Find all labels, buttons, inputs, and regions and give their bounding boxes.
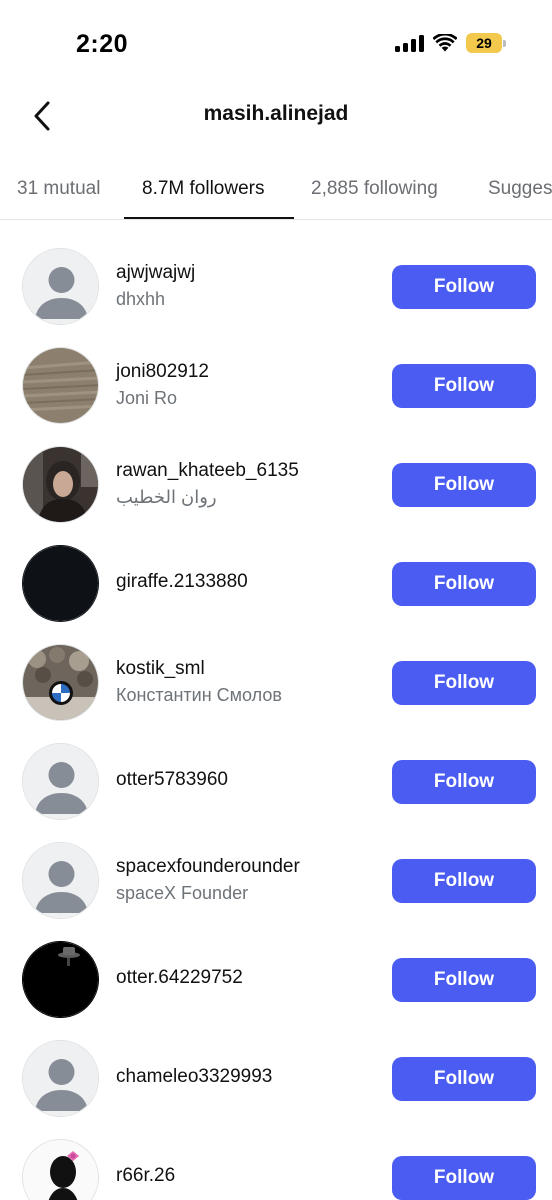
- username[interactable]: giraffe.2133880: [116, 569, 248, 595]
- username[interactable]: rawan_khateeb_6135: [116, 458, 299, 484]
- tab-mutual[interactable]: 31 mutual: [17, 178, 100, 200]
- list-item[interactable]: giraffe.2133880 Follow: [0, 517, 552, 622]
- username[interactable]: otter5783960: [116, 767, 228, 793]
- list-item[interactable]: kostik_sml Константин Смолов Follow: [0, 616, 552, 721]
- tab-followers[interactable]: 8.7M followers: [142, 178, 265, 200]
- user-names: rawan_khateeb_6135 روان الخطيب: [116, 458, 299, 510]
- list-item[interactable]: chameleo3329993 Follow: [0, 1012, 552, 1117]
- list-item[interactable]: ajwjwajwj dhxhh Follow: [0, 220, 552, 325]
- follow-button[interactable]: Follow: [392, 562, 536, 606]
- follow-button[interactable]: Follow: [392, 463, 536, 507]
- list-item[interactable]: joni802912 Joni Ro Follow: [0, 319, 552, 424]
- default-avatar-icon: [23, 744, 98, 819]
- full-name: Joni Ro: [116, 388, 178, 408]
- follow-button[interactable]: Follow: [392, 661, 536, 705]
- follow-button[interactable]: Follow: [392, 1156, 536, 1200]
- followers-list: ajwjwajwj dhxhh Follow joni802912 Joni R…: [0, 220, 552, 1200]
- full-name: روان الخطيب: [116, 487, 217, 507]
- avatar[interactable]: [22, 446, 99, 523]
- full-name: dhxhh: [116, 289, 166, 309]
- user-names: ajwjwajwj dhxhh: [116, 260, 195, 312]
- avatar[interactable]: [22, 842, 99, 919]
- follow-button[interactable]: Follow: [392, 364, 536, 408]
- user-names: kostik_sml Константин Смолов: [116, 656, 282, 708]
- username[interactable]: chameleo3329993: [116, 1064, 272, 1090]
- follow-button[interactable]: Follow: [392, 859, 536, 903]
- username[interactable]: otter.64229752: [116, 965, 243, 991]
- list-item[interactable]: r66r.26 Follow: [0, 1111, 552, 1200]
- wifi-icon: [433, 34, 457, 52]
- username[interactable]: kostik_sml: [116, 656, 282, 682]
- follow-button[interactable]: Follow: [392, 958, 536, 1002]
- default-avatar-icon: [23, 843, 98, 918]
- list-item[interactable]: rawan_khateeb_6135 روان الخطيب Follow: [0, 418, 552, 523]
- tab-bar: 31 mutual 8.7M followers 2,885 following…: [0, 162, 552, 220]
- status-icons: 29: [395, 33, 506, 53]
- full-name: spaceX Founder: [116, 883, 249, 903]
- follow-button[interactable]: Follow: [392, 760, 536, 804]
- full-name: Константин Смолов: [116, 685, 282, 705]
- follow-button[interactable]: Follow: [392, 265, 536, 309]
- battery-icon: 29: [466, 33, 506, 53]
- user-names: chameleo3329993: [116, 1064, 272, 1090]
- user-names: otter5783960: [116, 767, 228, 793]
- car-logo-photo: [23, 645, 98, 720]
- default-avatar-icon: [23, 249, 98, 324]
- profile-header: masih.alinejad: [0, 88, 552, 144]
- user-names: spacexfounderounder spaceX Founder: [116, 854, 300, 906]
- status-bar: 2:20 29: [0, 0, 552, 88]
- user-names: giraffe.2133880: [116, 569, 248, 595]
- avatar[interactable]: [22, 1139, 99, 1200]
- black-hat-photo: [23, 942, 98, 1017]
- avatar[interactable]: [22, 248, 99, 325]
- list-item[interactable]: spacexfounderounder spaceX Founder Follo…: [0, 814, 552, 919]
- avatar[interactable]: [22, 743, 99, 820]
- follow-button[interactable]: Follow: [392, 1057, 536, 1101]
- page-title: masih.alinejad: [203, 102, 349, 125]
- cellular-signal-icon: [395, 34, 424, 52]
- dark-photo: [23, 546, 98, 621]
- tab-following[interactable]: 2,885 following: [311, 178, 438, 200]
- username[interactable]: spacexfounderounder: [116, 854, 300, 880]
- username[interactable]: joni802912: [116, 359, 209, 385]
- texture-photo: [23, 348, 98, 423]
- avatar[interactable]: [22, 545, 99, 622]
- list-item[interactable]: otter5783960 Follow: [0, 715, 552, 820]
- avatar[interactable]: [22, 347, 99, 424]
- avatar[interactable]: [22, 1040, 99, 1117]
- list-item[interactable]: otter.64229752 Follow: [0, 913, 552, 1018]
- silhouette-photo: [23, 1140, 98, 1200]
- avatar[interactable]: [22, 941, 99, 1018]
- user-names: otter.64229752: [116, 965, 243, 991]
- user-names: joni802912 Joni Ro: [116, 359, 209, 411]
- username[interactable]: r66r.26: [116, 1163, 175, 1189]
- tab-suggested[interactable]: Sugges: [488, 178, 552, 200]
- default-avatar-icon: [23, 1041, 98, 1116]
- status-time: 2:20: [76, 30, 129, 58]
- person-photo: [23, 447, 98, 522]
- avatar[interactable]: [22, 644, 99, 721]
- username[interactable]: ajwjwajwj: [116, 260, 195, 286]
- user-names: r66r.26: [116, 1163, 175, 1189]
